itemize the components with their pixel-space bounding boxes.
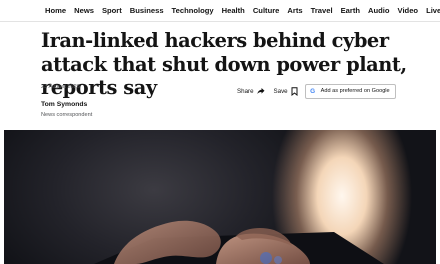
share-button[interactable]: Share (237, 87, 265, 95)
nav-item-home[interactable]: Home (45, 5, 66, 16)
add-preferred-google-button[interactable]: G Add as preferred on Google (304, 83, 396, 99)
nav-item-technology[interactable]: Technology (172, 5, 214, 16)
nav-item-business[interactable]: Business (130, 5, 164, 16)
article-date: 23 August 2026 (41, 84, 80, 90)
hands-on-keyboard-photo (94, 220, 384, 264)
author-role: News correspondent (41, 112, 93, 118)
hero-image (4, 130, 436, 264)
nav-list: Home News Sport Business Technology Heal… (45, 5, 440, 16)
nav-item-health[interactable]: Health (222, 5, 245, 16)
nav-item-video[interactable]: Video (398, 5, 419, 16)
add-preferred-google-label: Add as preferred on Google (320, 88, 390, 94)
bookmark-icon (291, 86, 298, 96)
top-navigation: Home News Sport Business Technology Heal… (0, 0, 440, 22)
nav-item-sport[interactable]: Sport (102, 5, 122, 16)
article-actions: Share Save G Add as preferred on Google (237, 83, 396, 99)
save-label: Save (273, 87, 288, 95)
share-icon (256, 87, 265, 95)
nav-item-culture[interactable]: Culture (253, 5, 280, 16)
nav-item-audio[interactable]: Audio (368, 5, 390, 16)
google-logo-icon: G (310, 87, 316, 95)
nav-item-travel[interactable]: Travel (311, 5, 333, 16)
nav-item-live[interactable]: Live (426, 5, 440, 16)
share-label: Share (237, 87, 254, 95)
nav-item-news[interactable]: News (74, 5, 94, 16)
byline: Tom Symonds News correspondent (41, 100, 92, 119)
nav-item-arts[interactable]: Arts (287, 5, 302, 16)
save-button[interactable]: Save (273, 86, 298, 96)
nav-item-earth[interactable]: Earth (341, 5, 360, 16)
author-name[interactable]: Tom Symonds (41, 100, 92, 109)
